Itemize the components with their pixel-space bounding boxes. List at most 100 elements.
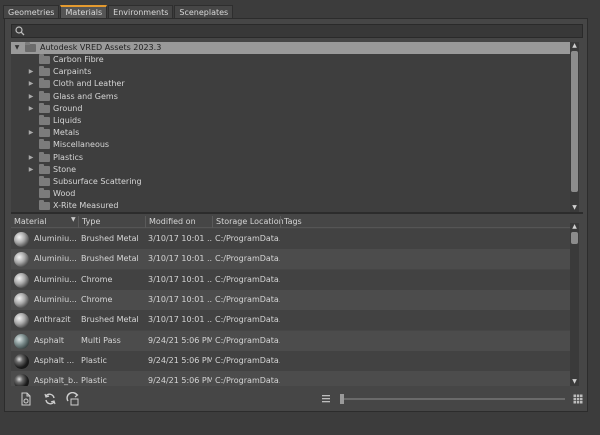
cell-tags xyxy=(283,290,403,310)
table-header: Material ▼ Type Modified on Storage Loca… xyxy=(11,216,570,228)
tree-item[interactable]: ▶ Carpaints xyxy=(11,66,570,78)
table-row[interactable]: Anthrazit Brushed Metal 3/10/17 10:01 ... C… xyxy=(11,310,570,331)
tree-item[interactable]: ▶ Plastics xyxy=(11,151,570,164)
table-scroll-thumb[interactable] xyxy=(571,232,578,244)
tree-item[interactable]: Subsurface Scattering xyxy=(11,176,570,188)
column-header-type[interactable]: Type xyxy=(78,216,145,228)
column-header-material[interactable]: Material xyxy=(11,216,78,228)
tree-item[interactable]: X-Rite Measured xyxy=(11,200,570,212)
tab-bar: Geometries Materials Environments Scenep… xyxy=(3,5,234,19)
cell-location: C:/ProgramData... xyxy=(215,274,280,284)
collapse-arrow-icon[interactable]: ▼ xyxy=(14,42,20,54)
tree-root-item[interactable]: ▼ Autodesk VRED Assets 2023.3 xyxy=(11,42,570,54)
folder-icon xyxy=(39,127,50,138)
tree-item[interactable]: ▶ Stone xyxy=(11,163,570,176)
table-row[interactable]: Aluminiu... Brushed Metal 3/10/17 10:01 ..… xyxy=(11,229,570,249)
folder-icon xyxy=(39,102,50,113)
zoom-slider-track[interactable] xyxy=(341,398,565,400)
column-header-modified[interactable]: Modified on xyxy=(145,216,212,228)
column-header-material-label: Material xyxy=(14,217,47,226)
scroll-down-icon[interactable]: ▼ xyxy=(570,204,579,212)
cell-type: Chrome xyxy=(81,294,113,304)
sort-descending-icon[interactable]: ▼ xyxy=(71,216,76,223)
tree-scrollbar[interactable]: ▲ ▼ xyxy=(570,42,579,212)
panel-splitter[interactable] xyxy=(11,212,583,214)
refresh-icon[interactable] xyxy=(43,392,57,406)
tree-item-label: Glass and Gems xyxy=(53,91,118,101)
column-header-location[interactable]: Storage Location xyxy=(212,216,284,228)
cell-location: C:/ProgramData... xyxy=(215,254,280,264)
cell-type: Brushed Metal xyxy=(81,234,139,243)
folder-icon xyxy=(39,163,50,174)
cell-modified: 3/10/17 10:01 ... xyxy=(148,254,212,264)
expand-arrow-icon[interactable]: ▶ xyxy=(28,91,34,103)
expand-arrow-icon[interactable]: ▶ xyxy=(28,152,34,164)
tree-item[interactable]: Wood xyxy=(11,188,570,200)
zoom-slider-handle[interactable] xyxy=(340,394,344,404)
tab-sceneplates[interactable]: Sceneplates xyxy=(174,5,234,19)
scroll-down-icon[interactable]: ▼ xyxy=(570,378,579,386)
material-preview-icon xyxy=(14,333,29,349)
folder-icon xyxy=(39,66,50,77)
tree-item[interactable]: ▶ Cloth and Leather xyxy=(11,78,570,90)
cell-tags xyxy=(283,270,403,290)
cell-modified: 9/24/21 5:06 PM xyxy=(148,335,212,345)
tab-geometries[interactable]: Geometries xyxy=(3,5,60,19)
cell-tags xyxy=(283,229,403,249)
list-view-icon[interactable] xyxy=(321,394,331,404)
table-row[interactable]: Asphalt ... Plastic 9/24/21 5:06 PM C:/Prog… xyxy=(11,350,570,371)
folder-icon xyxy=(39,78,50,89)
cell-type: Plastic xyxy=(81,355,107,365)
expand-arrow-icon[interactable]: ▶ xyxy=(28,164,34,176)
cell-location: C:/ProgramData... xyxy=(215,294,280,304)
grid-view-icon[interactable] xyxy=(573,394,583,404)
folder-icon xyxy=(39,115,50,125)
tree-item[interactable]: Carbon Fibre xyxy=(11,54,570,66)
tree-item-label: Plastics xyxy=(53,152,84,162)
cell-location: C:/ProgramData... xyxy=(215,234,280,243)
tree-item[interactable]: Miscellaneous xyxy=(11,139,570,151)
column-header-tags[interactable]: Tags xyxy=(280,216,570,228)
tree-item[interactable]: ▶ Ground xyxy=(11,102,570,115)
table-row[interactable]: Aluminiu... Chrome 3/10/17 10:01 ... C:/Pro… xyxy=(11,289,570,310)
table-row[interactable]: Aluminiu... Chrome 3/10/17 10:01 ... C:/Pro… xyxy=(11,269,570,290)
cell-type: Brushed Metal xyxy=(81,254,139,264)
material-preview-icon xyxy=(14,313,29,329)
tree-scroll-thumb[interactable] xyxy=(571,51,578,192)
expand-arrow-icon[interactable]: ▶ xyxy=(28,103,34,115)
tree-item[interactable]: ▶ Glass and Gems xyxy=(11,90,570,103)
search-icon xyxy=(15,26,25,36)
search-input[interactable] xyxy=(11,24,583,38)
table-scrollbar[interactable]: ▲ ▼ xyxy=(570,223,579,386)
tree-root-label: Autodesk VRED Assets 2023.3 xyxy=(40,43,162,52)
table-row[interactable]: Asphalt Multi Pass 9/24/21 5:06 PM C:/Progr… xyxy=(11,330,570,351)
tree-item[interactable]: ▶ Metals xyxy=(11,127,570,139)
tab-materials[interactable]: Materials xyxy=(60,5,108,19)
tab-environments[interactable]: Environments xyxy=(108,5,174,19)
table-row[interactable]: Asphalt_b... Plastic 9/24/21 5:06 PM C:/Pro… xyxy=(11,371,570,386)
cell-location: C:/ProgramData... xyxy=(215,376,280,386)
tree-item-label: Subsurface Scattering xyxy=(53,177,142,186)
folder-icon xyxy=(25,42,36,52)
cell-tags xyxy=(283,331,403,351)
new-material-icon[interactable] xyxy=(19,392,33,406)
expand-arrow-icon[interactable]: ▶ xyxy=(28,78,34,90)
tree-item-label: Stone xyxy=(53,164,77,174)
tree-item-label: X-Rite Measured xyxy=(53,201,119,211)
sync-icon[interactable] xyxy=(66,392,80,406)
material-preview-icon xyxy=(14,374,29,386)
cell-location: C:/ProgramData... xyxy=(215,315,280,325)
material-preview-icon xyxy=(14,272,29,288)
scroll-up-icon[interactable]: ▲ xyxy=(570,42,579,50)
expand-arrow-icon[interactable]: ▶ xyxy=(28,66,34,78)
cell-tags xyxy=(283,249,403,269)
cell-material: Aluminiu... xyxy=(34,234,77,243)
cell-tags xyxy=(283,351,403,371)
tree-item-label: Cloth and Leather xyxy=(53,79,125,89)
folder-icon xyxy=(39,151,50,162)
cell-material: Aluminiu... xyxy=(34,274,77,284)
expand-arrow-icon[interactable]: ▶ xyxy=(28,127,34,139)
scroll-up-icon[interactable]: ▲ xyxy=(570,223,579,231)
tree-item[interactable]: Liquids xyxy=(11,115,570,127)
table-row[interactable]: Aluminiu... Brushed Metal 3/10/17 10:01 ..… xyxy=(11,249,570,270)
